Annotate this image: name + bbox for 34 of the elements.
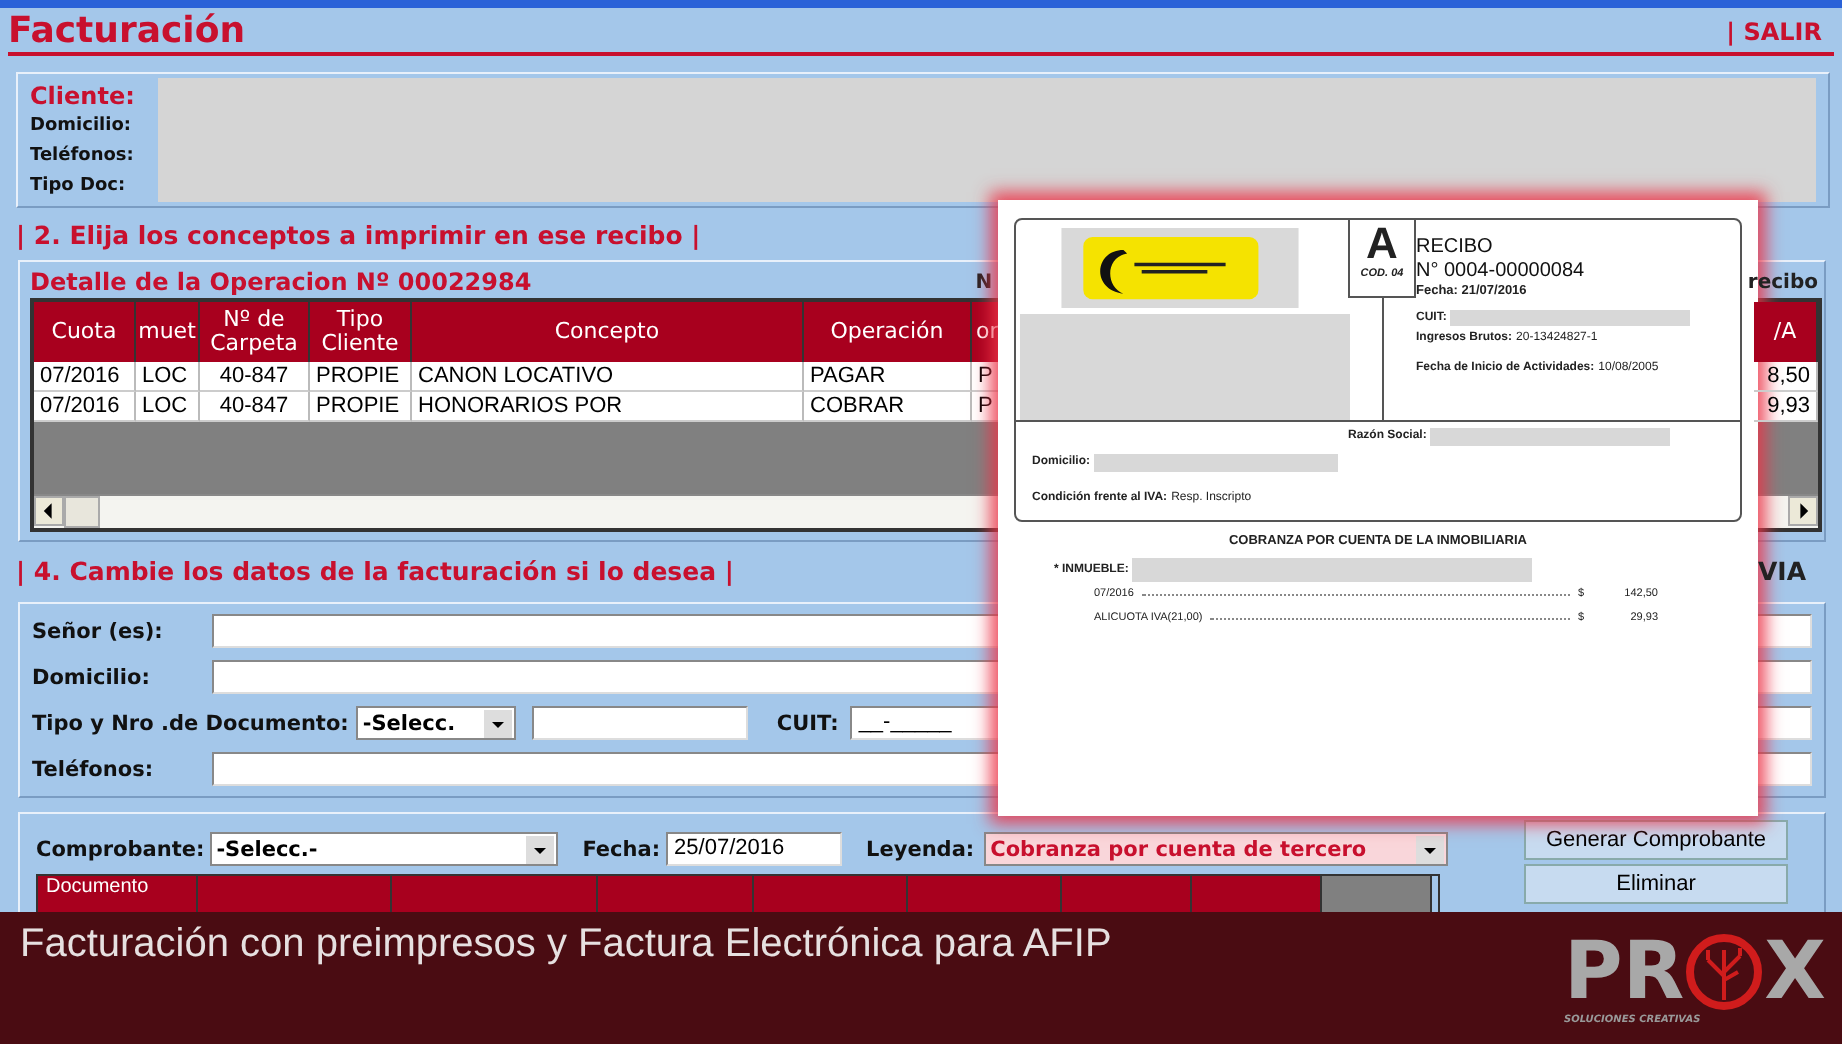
section-heading: | 2. Elija los conceptos a imprimir en ese recibo | — [16, 220, 701, 250]
field-label: Fecha: — [582, 837, 661, 861]
column-header: Cuota — [34, 302, 136, 362]
field-label: Comprobante: — [36, 837, 205, 861]
field-label: Teléfonos: — [32, 757, 156, 781]
section-heading: | 4. Cambie los datos de la facturación si lo desea | — [16, 558, 734, 586]
field-label: CUIT: — [776, 711, 839, 735]
table-cell: CANON LOCATIVO — [412, 362, 804, 392]
table-cell: PAGAR — [804, 362, 972, 392]
brand-text: PR — [1564, 932, 1685, 1012]
brand-text: X — [1764, 932, 1826, 1012]
column-header: Nº de Carpeta — [200, 302, 310, 362]
receipt-title: RECIBO — [1416, 236, 1495, 260]
field-label: Tipo Doc: — [30, 174, 128, 200]
field-label: Leyenda: — [866, 837, 975, 861]
field-label: Tipo y Nro .de Documento: — [32, 711, 349, 735]
column-header: Concepto — [412, 302, 804, 362]
column-header: /A — [1754, 302, 1818, 362]
receipt-number: N° 0004-00000084 — [1416, 260, 1587, 284]
window-title: Facturación — [8, 12, 246, 52]
field-label: Teléfonos: — [30, 143, 136, 170]
field-label: Domicilio: — [30, 114, 133, 140]
operation-title: Detalle de la Operacion Nº 00022984 — [30, 268, 532, 296]
field-label: Domicilio: — [32, 665, 152, 689]
field-label: Señor (es): — [32, 619, 165, 643]
column-header: Tipo Cliente — [310, 302, 412, 362]
column-header: Operación — [804, 302, 972, 362]
column-note: N — [975, 271, 993, 293]
column-header: muet — [136, 302, 200, 362]
table-cell: 07/2016 — [34, 362, 136, 392]
table-cell: LOC — [136, 362, 200, 392]
table-cell: PROPIE — [310, 362, 412, 392]
field-label: Cliente: — [30, 82, 137, 112]
table-cell: 40-847 — [200, 362, 310, 392]
